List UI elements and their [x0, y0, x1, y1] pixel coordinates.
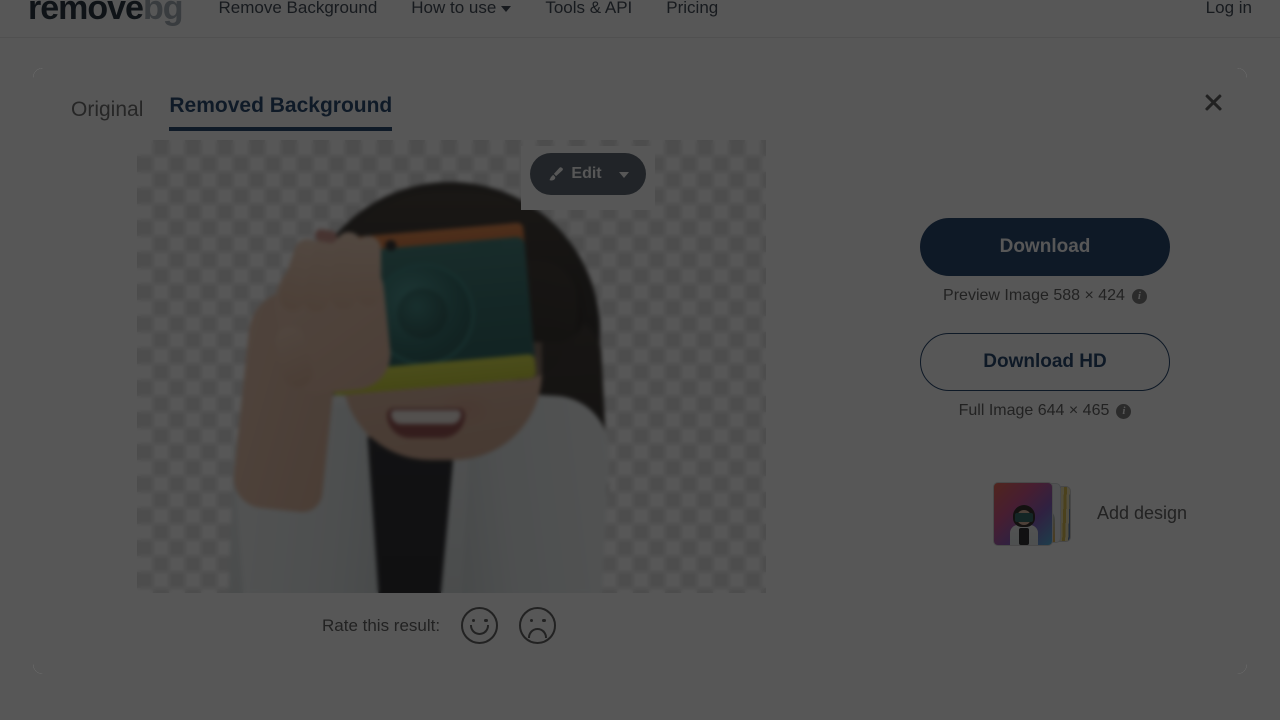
- rating-label: Rate this result:: [322, 615, 441, 635]
- smiley-face-icon[interactable]: [461, 607, 499, 644]
- thumbnail-subject: [1008, 501, 1040, 545]
- mouth-frown: [528, 628, 548, 638]
- result-modal: Original Removed Background Edit Downloa…: [33, 68, 1247, 674]
- subject-photo: [137, 140, 766, 593]
- preview-tabs: Original Removed Background: [71, 94, 393, 131]
- eye-right: [484, 619, 488, 623]
- frowning-face-icon[interactable]: [519, 607, 557, 644]
- eye-right: [542, 619, 546, 623]
- add-design-label: Add design: [1097, 502, 1188, 523]
- add-design-button[interactable]: Add design: [993, 482, 1188, 546]
- rating-row: Rate this result:: [322, 607, 557, 644]
- design-thumbnail-1: [993, 482, 1053, 546]
- full-image-caption: Full Image 644 × 465 i: [959, 402, 1132, 420]
- image-preview[interactable]: [137, 140, 766, 593]
- photo-soften-layer: [137, 140, 766, 593]
- edit-button[interactable]: Edit: [530, 153, 646, 195]
- eye-left: [529, 619, 533, 623]
- thumbnail-top: [1019, 528, 1029, 545]
- info-icon[interactable]: i: [1131, 288, 1147, 304]
- mouth-smile: [470, 625, 490, 635]
- edit-button-label: Edit: [571, 165, 602, 182]
- preview-image-caption: Preview Image 588 × 424 i: [943, 287, 1147, 305]
- info-icon[interactable]: i: [1116, 403, 1132, 419]
- paintbrush-icon: [547, 166, 564, 183]
- eye-left: [471, 619, 475, 623]
- close-icon[interactable]: [1199, 88, 1227, 116]
- thumbnail-camera: [1015, 513, 1033, 522]
- tab-original[interactable]: Original: [71, 98, 143, 131]
- design-templates-thumbnail-stack: [993, 482, 1081, 546]
- tab-removed-background[interactable]: Removed Background: [169, 94, 393, 131]
- download-hd-button[interactable]: Download HD: [920, 333, 1170, 391]
- download-panel: Download Preview Image 588 × 424 i Downl…: [895, 218, 1195, 546]
- full-image-size: Full Image 644 × 465: [958, 402, 1110, 419]
- preview-image-size: Preview Image 588 × 424: [943, 287, 1125, 304]
- page-root: removebg Remove Background How to use To…: [0, 0, 1280, 720]
- chevron-down-icon[interactable]: [618, 172, 629, 178]
- download-button[interactable]: Download: [920, 218, 1170, 276]
